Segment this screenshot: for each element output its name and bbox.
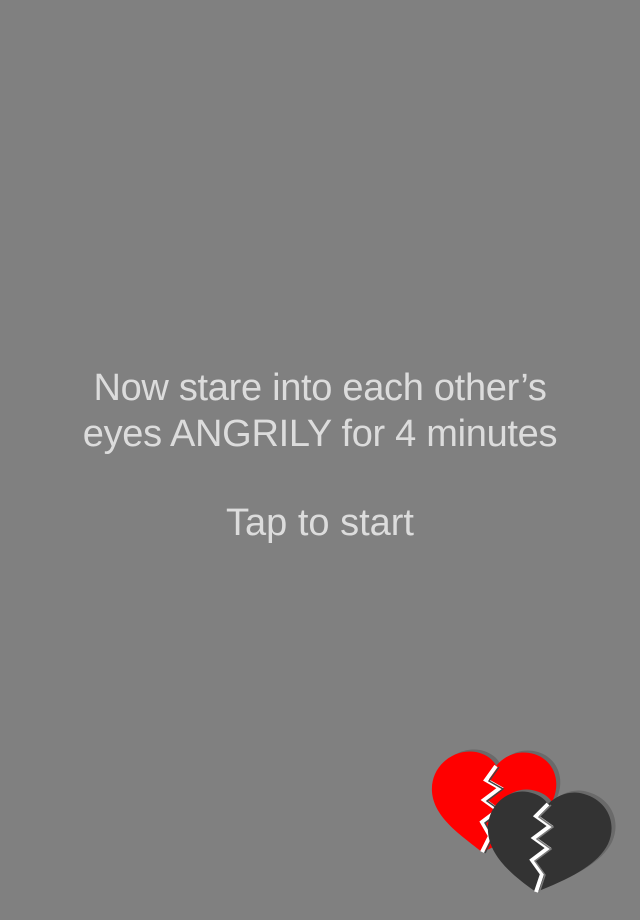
tap-to-start-label[interactable]: Tap to start: [0, 500, 640, 546]
broken-hearts-logo: [424, 740, 624, 900]
instruction-line-1: Now stare into each other’s: [93, 367, 547, 409]
broken-hearts-icon: [431, 749, 616, 894]
instruction-line-2: eyes ANGRILY for 4 minutes: [82, 413, 558, 455]
instruction-text: Now stare into each other’s eyes ANGRILY…: [0, 365, 640, 457]
tap-to-start-screen[interactable]: Now stare into each other’s eyes ANGRILY…: [0, 0, 640, 920]
